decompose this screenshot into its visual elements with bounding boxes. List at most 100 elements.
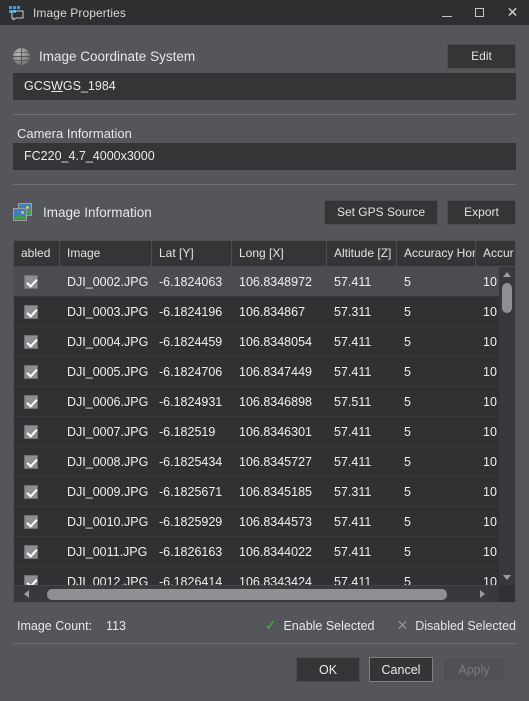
scroll-down-icon[interactable] (499, 570, 515, 585)
checkbox-checked-icon[interactable] (24, 544, 38, 559)
checkbox-checked-icon[interactable] (24, 274, 38, 289)
cell-long: 106.8348054 (239, 334, 312, 349)
cell-acc_horz: 5 (404, 574, 411, 586)
table-row[interactable]: DJI_0007.JPG -6.182519 106.8346301 57.411 5 1… (14, 417, 499, 447)
checkbox-checked-icon[interactable] (24, 484, 38, 499)
row-enabled-checkbox[interactable] (14, 394, 60, 409)
table-row[interactable]: DJI_0003.JPG -6.1824196 106.834867 57.311 5 1… (14, 297, 499, 327)
table-row[interactable]: DJI_0004.JPG -6.1824459 106.8348054 57.411 5… (14, 327, 499, 357)
column-header-image[interactable]: Image (60, 241, 152, 266)
checkbox-checked-icon[interactable] (24, 574, 38, 585)
cell-acc_horz: 5 (404, 274, 411, 289)
table-row[interactable]: DJI_0005.JPG -6.1824706 106.8347449 57.411 5… (14, 357, 499, 387)
cell-lat: -6.1825671 (159, 484, 223, 499)
column-header-enabled[interactable]: abled (14, 241, 60, 266)
checkbox-checked-icon[interactable] (24, 394, 38, 409)
cell-image: DJI_0007.JPG (67, 424, 149, 439)
table-header-row: abled Image Lat [Y] Long [X] Altitude [Z] Acc… (14, 241, 515, 267)
row-enabled-checkbox[interactable] (14, 424, 60, 439)
row-enabled-checkbox[interactable] (14, 514, 60, 529)
enable-selected-button[interactable]: ✓ Enable Selected (265, 619, 375, 633)
cell-acc_horz: 5 (404, 484, 411, 499)
disabled-selected-label: Disabled Selected (415, 619, 516, 633)
row-enabled-checkbox[interactable] (14, 334, 60, 349)
cell-lat: -6.1825929 (159, 514, 223, 529)
cell-acc_vert: 10 (483, 274, 497, 289)
cell-acc_horz: 5 (404, 514, 411, 529)
table-row[interactable]: DJI_0006.JPG -6.1824931 106.8346898 57.511 5… (14, 387, 499, 417)
column-header-altitude[interactable]: Altitude [Z] (327, 241, 397, 266)
column-header-acc_horz[interactable]: Accuracy Horz (397, 241, 476, 266)
cell-lat: -6.1824706 (159, 364, 223, 379)
column-header-lat[interactable]: Lat [Y] (152, 241, 232, 266)
row-enabled-checkbox[interactable] (14, 274, 60, 289)
edit-button[interactable]: Edit (447, 43, 516, 69)
vertical-scroll-thumb[interactable] (502, 283, 512, 313)
row-enabled-checkbox[interactable] (14, 364, 60, 379)
cell-acc_horz: 5 (404, 544, 411, 559)
cs-mnemonic: W (51, 79, 63, 93)
checkbox-checked-icon[interactable] (24, 454, 38, 469)
cell-image: DJI_0009.JPG (67, 484, 149, 499)
image-count-value: 113 (106, 619, 126, 633)
export-button[interactable]: Export (447, 199, 516, 225)
cancel-button[interactable]: Cancel (369, 657, 433, 682)
table-body: DJI_0002.JPG -6.1824063 106.8348972 57.411 5… (14, 267, 499, 585)
column-header-acc_vert[interactable]: Accur (476, 241, 515, 266)
checkbox-checked-icon[interactable] (24, 304, 38, 319)
cell-long: 106.8345727 (239, 454, 312, 469)
row-enabled-checkbox[interactable] (14, 454, 60, 469)
cell-acc_vert: 10 (483, 394, 497, 409)
close-icon[interactable]: ✕ (496, 0, 529, 25)
column-header-long[interactable]: Long [X] (232, 241, 327, 266)
horizontal-scroll-thumb[interactable] (47, 589, 447, 600)
table-row[interactable]: DJI_0009.JPG -6.1825671 106.8345185 57.311 5… (14, 477, 499, 507)
table-row[interactable]: DJI_0002.JPG -6.1824063 106.8348972 57.411 5… (14, 267, 499, 297)
scroll-left-icon[interactable] (18, 586, 35, 602)
cell-acc_vert: 10 (483, 514, 497, 529)
checkbox-checked-icon[interactable] (24, 334, 38, 349)
enable-selected-label: Enable Selected (283, 619, 375, 633)
cell-lat: -6.1826414 (159, 574, 223, 586)
image-properties-icon (9, 5, 24, 21)
scroll-right-icon[interactable] (474, 586, 491, 602)
minimize-icon[interactable] (430, 0, 463, 25)
x-icon: ✕ (396, 618, 409, 634)
row-enabled-checkbox[interactable] (14, 574, 60, 585)
horizontal-scrollbar[interactable] (14, 585, 499, 602)
camera-information-value[interactable]: FC220_4.7_4000x3000 (13, 143, 516, 170)
cell-image: DJI_0012.JPG (67, 574, 149, 586)
titlebar: Image Properties ✕ (0, 0, 529, 25)
vertical-scrollbar[interactable] (499, 267, 515, 585)
cell-acc_vert: 10 (483, 544, 497, 559)
cell-acc_vert: 10 (483, 304, 497, 319)
cs-suffix: GS_1984 (62, 79, 116, 93)
cell-image: DJI_0011.JPG (67, 544, 148, 559)
table-row[interactable]: DJI_0010.JPG -6.1825929 106.8344573 57.411 5… (14, 507, 499, 537)
maximize-icon[interactable] (463, 0, 496, 25)
cell-long: 106.834867 (239, 304, 306, 319)
table-row[interactable]: DJI_0008.JPG -6.1825434 106.8345727 57.411 5… (14, 447, 499, 477)
set-gps-source-button[interactable]: Set GPS Source (323, 199, 438, 225)
row-enabled-checkbox[interactable] (14, 304, 60, 319)
cell-acc_vert: 10 (483, 424, 497, 439)
photos-icon (13, 202, 34, 222)
scroll-up-icon[interactable] (499, 267, 515, 282)
disabled-selected-button[interactable]: ✕ Disabled Selected (397, 619, 517, 633)
dialog-footer: OK Cancel Apply (13, 657, 516, 682)
checkbox-checked-icon[interactable] (24, 364, 38, 379)
table-row[interactable]: DJI_0012.JPG -6.1826414 106.8343424 57.411 5… (14, 567, 499, 585)
row-enabled-checkbox[interactable] (14, 484, 60, 499)
globe-icon (13, 47, 30, 65)
row-enabled-checkbox[interactable] (14, 544, 60, 559)
table-row[interactable]: DJI_0011.JPG -6.1826163 106.8344022 57.411 5… (14, 537, 499, 567)
cell-acc_vert: 10 (483, 334, 497, 349)
checkbox-checked-icon[interactable] (24, 424, 38, 439)
cell-altitude: 57.411 (334, 544, 372, 559)
cell-acc_vert: 10 (483, 574, 497, 586)
image-count-label: Image Count: (17, 619, 93, 633)
cell-acc_vert: 10 (483, 454, 497, 469)
coordinate-system-value[interactable]: GCSWGS_1984 (13, 73, 516, 100)
ok-button[interactable]: OK (296, 657, 360, 682)
checkbox-checked-icon[interactable] (24, 514, 38, 529)
